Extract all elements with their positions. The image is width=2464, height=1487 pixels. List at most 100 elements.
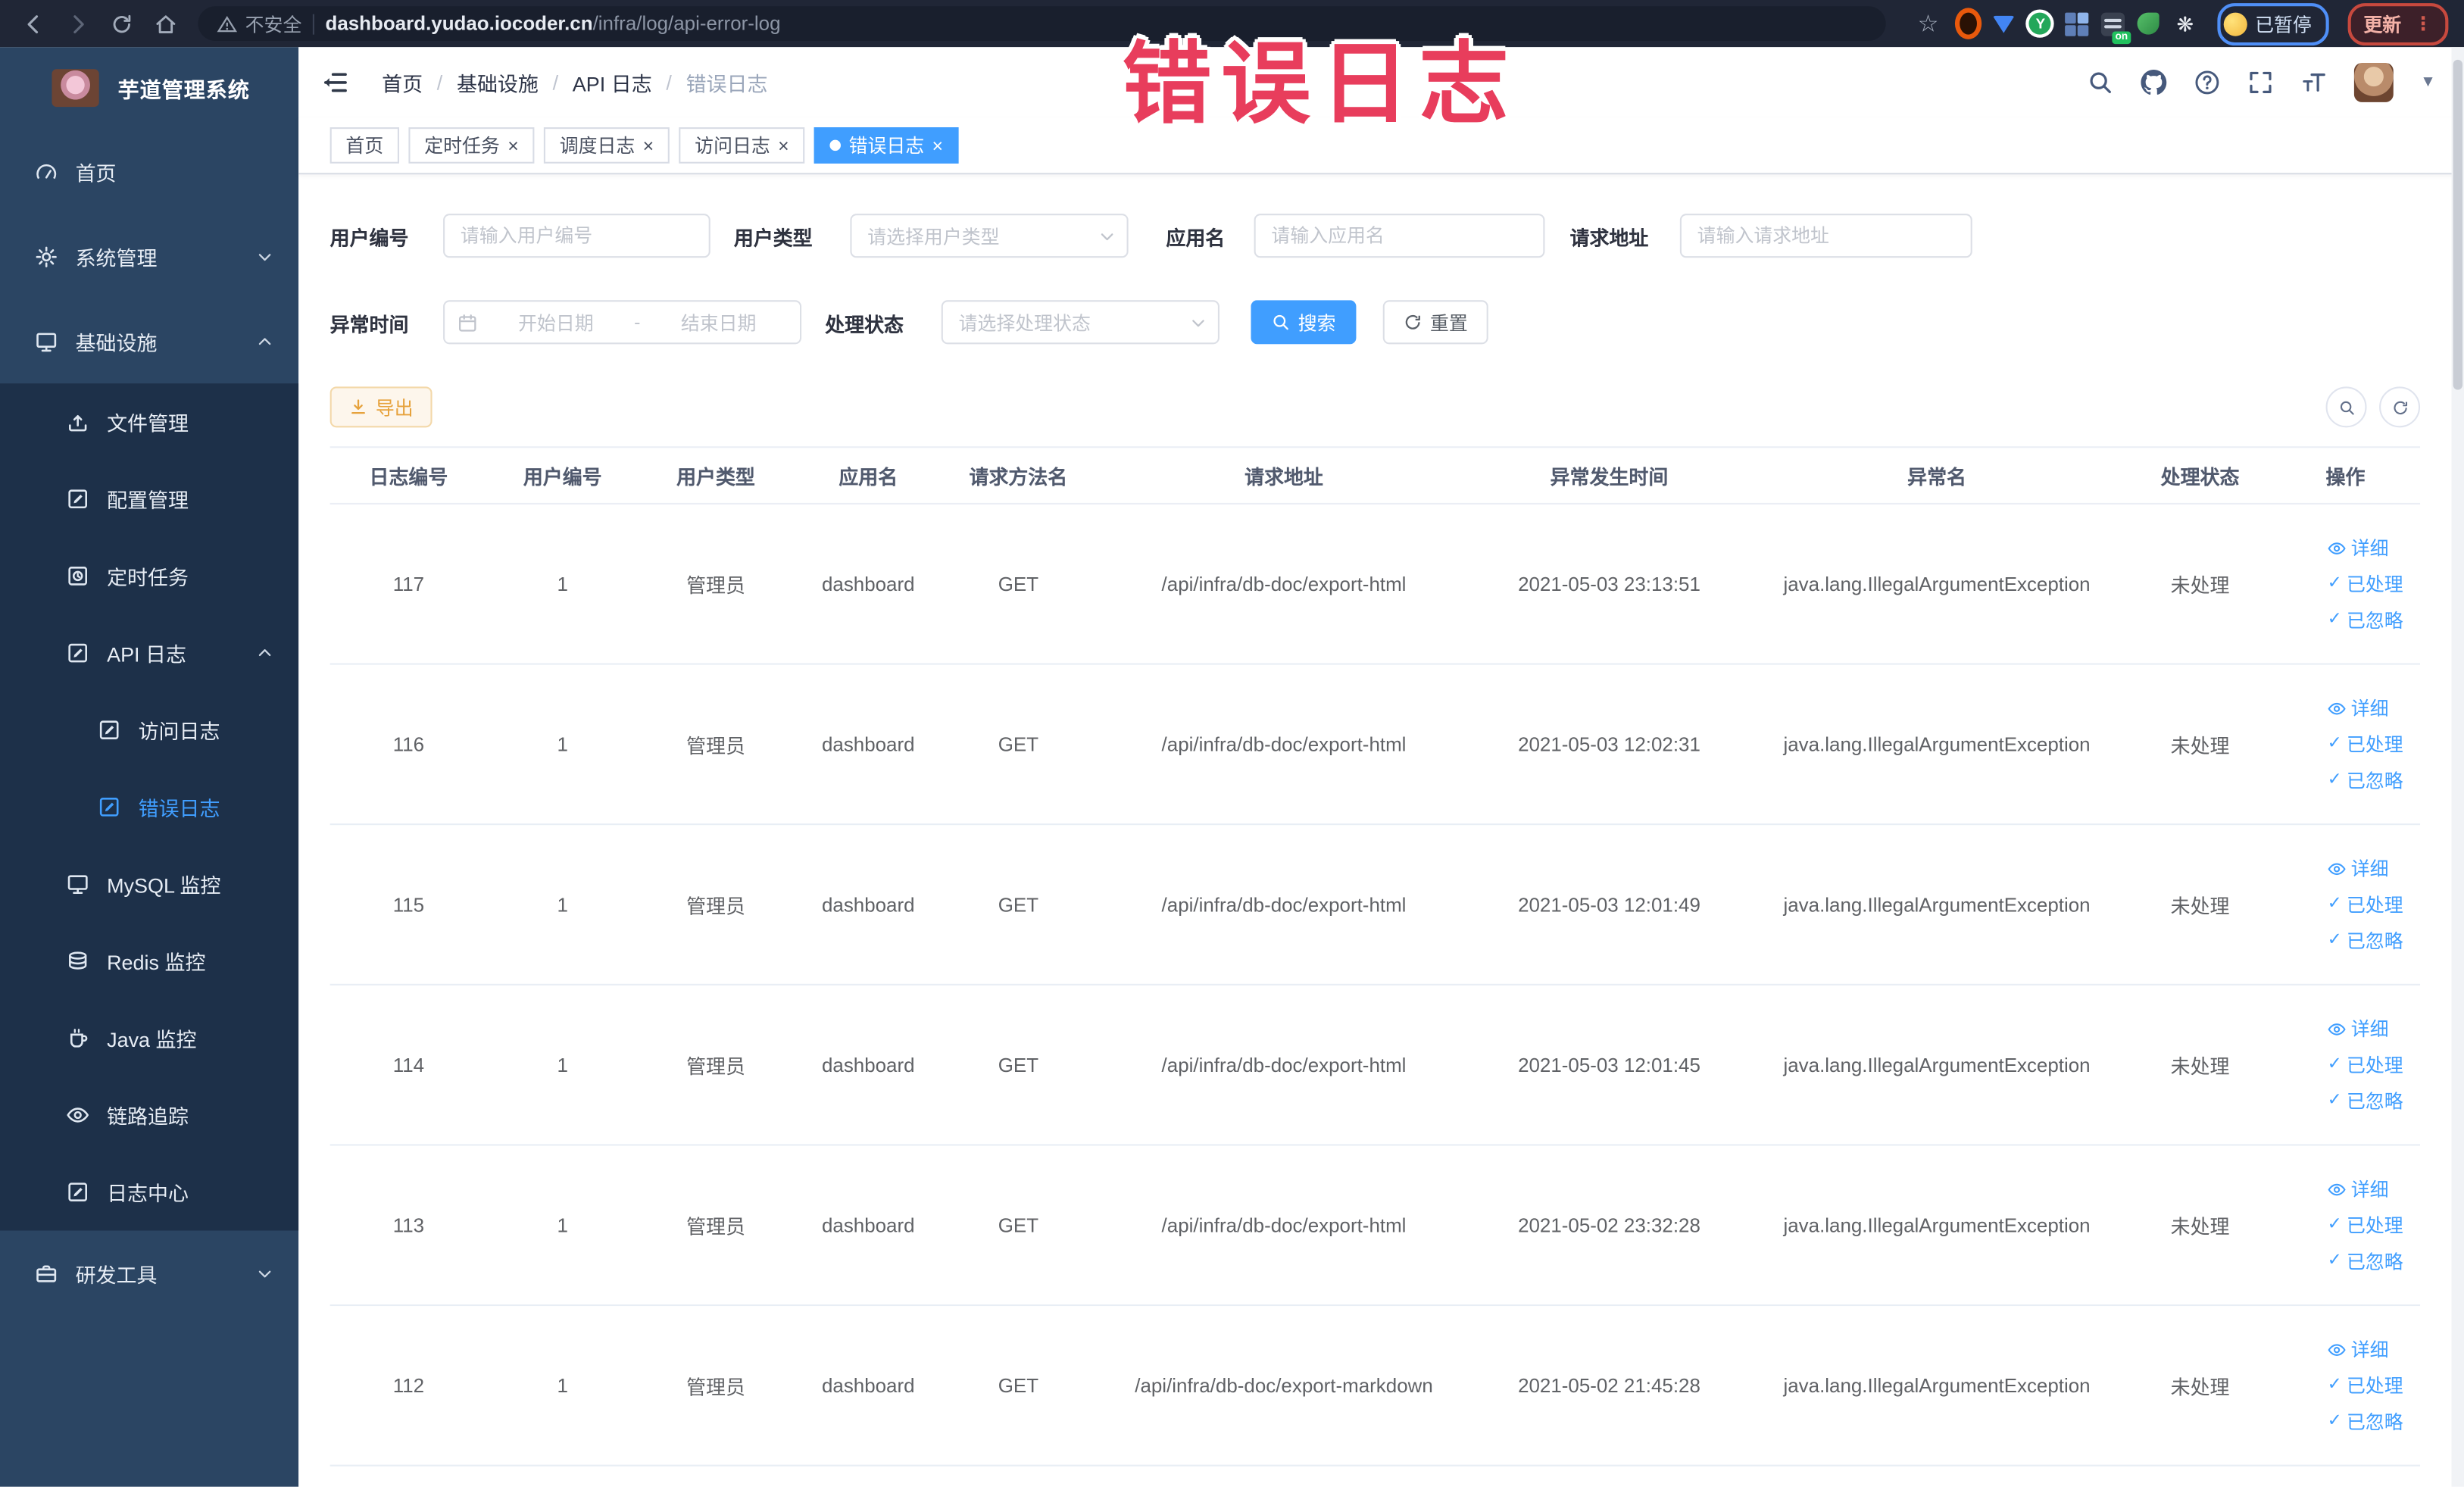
check-icon: ✓ bbox=[2327, 930, 2342, 950]
browser-profile-chip[interactable]: 已暂停 bbox=[2217, 2, 2329, 45]
avatar[interactable] bbox=[2354, 62, 2394, 102]
sidebar-item-trace[interactable]: 链路追踪 bbox=[0, 1076, 298, 1154]
sidebar-item-config-manage[interactable]: 配置管理 bbox=[0, 461, 298, 538]
browser-reload-button[interactable] bbox=[104, 6, 139, 41]
extension-icon-proxy[interactable]: on bbox=[2100, 10, 2131, 44]
tab-access-log[interactable]: 访问日志 × bbox=[679, 127, 805, 164]
detail-link[interactable]: 详细 bbox=[2328, 855, 2420, 882]
mark-processed-link[interactable]: ✓ 已处理 bbox=[2328, 1051, 2420, 1078]
sidebar-item-log-center[interactable]: 日志中心 bbox=[0, 1154, 298, 1231]
table-row: 112 1 管理员 dashboard GET /api/infra/db-do… bbox=[329, 1306, 2421, 1467]
eye-icon bbox=[2328, 1340, 2347, 1359]
sidebar-item-redis-monitor[interactable]: Redis 监控 bbox=[0, 923, 298, 1000]
sidebar-item-scheduled-task[interactable]: 定时任务 bbox=[0, 538, 298, 615]
eye-icon bbox=[66, 1103, 89, 1126]
sidebar-item-dev-tools[interactable]: 研发工具 bbox=[0, 1230, 298, 1315]
scrollbar-thumb[interactable] bbox=[2453, 59, 2463, 390]
cup-icon bbox=[66, 1026, 89, 1050]
tab-schedule-log[interactable]: 调度日志 × bbox=[543, 127, 670, 164]
close-icon[interactable]: × bbox=[932, 136, 944, 155]
mark-ignored-link[interactable]: ✓ 已忽略 bbox=[2328, 1248, 2420, 1274]
date-range-picker[interactable]: 开始日期 - 结束日期 bbox=[443, 300, 802, 345]
check-icon: ✓ bbox=[2327, 573, 2342, 593]
browser-forward-button[interactable] bbox=[60, 6, 95, 41]
detail-link[interactable]: 详细 bbox=[2328, 1335, 2420, 1362]
table-row: 116 1 管理员 dashboard GET /api/infra/db-do… bbox=[329, 665, 2421, 826]
sidebar-item-access-log[interactable]: 访问日志 bbox=[0, 692, 298, 769]
detail-link[interactable]: 详细 bbox=[2328, 1015, 2420, 1042]
user-id-input[interactable] bbox=[443, 214, 710, 258]
sidebar-item-api-log[interactable]: API 日志 bbox=[0, 614, 298, 692]
detail-link[interactable]: 详细 bbox=[2328, 695, 2420, 721]
search-button[interactable]: 搜索 bbox=[1251, 300, 1357, 345]
user-type-select[interactable]: 请选择用户类型 bbox=[850, 214, 1129, 258]
start-date-placeholder: 开始日期 bbox=[518, 311, 594, 334]
browser-menu-icon[interactable]: ⋮ bbox=[2414, 14, 2433, 33]
bookmark-star-icon[interactable]: ☆ bbox=[1911, 6, 1946, 41]
mark-processed-link[interactable]: ✓ 已处理 bbox=[2328, 731, 2420, 758]
end-date-placeholder: 结束日期 bbox=[680, 311, 757, 334]
extension-icon-green[interactable]: Y bbox=[2027, 10, 2053, 36]
sidebar-item-mysql-monitor[interactable]: MySQL 监控 bbox=[0, 845, 298, 923]
sidebar-item-home[interactable]: 首页 bbox=[0, 129, 298, 214]
address-bar[interactable]: 不安全 dashboard.yudao.iocoder.cn/infra/log… bbox=[198, 6, 1886, 41]
check-icon: ✓ bbox=[2327, 609, 2342, 629]
tab-scheduled-task[interactable]: 定时任务 × bbox=[408, 127, 535, 164]
tab-home[interactable]: 首页 bbox=[329, 127, 400, 164]
mark-ignored-link[interactable]: ✓ 已忽略 bbox=[2328, 607, 2420, 633]
check-icon: ✓ bbox=[2327, 1214, 2342, 1234]
header-search-icon[interactable] bbox=[2087, 69, 2113, 95]
browser-back-button[interactable] bbox=[16, 6, 51, 41]
mark-ignored-link[interactable]: ✓ 已忽略 bbox=[2328, 1088, 2420, 1114]
sidebar-item-system[interactable]: 系统管理 bbox=[0, 214, 298, 298]
upload-icon bbox=[66, 410, 89, 433]
right-toolbar bbox=[2325, 386, 2421, 428]
help-icon[interactable] bbox=[2194, 69, 2220, 95]
browser-home-button[interactable] bbox=[148, 6, 183, 41]
caret-down-icon[interactable]: ▼ bbox=[2420, 74, 2436, 92]
hamburger-fold-icon[interactable] bbox=[320, 67, 350, 97]
breadcrumb-home[interactable]: 首页 bbox=[382, 67, 423, 97]
font-size-icon[interactable] bbox=[2301, 69, 2328, 95]
refresh-table-button[interactable] bbox=[2379, 386, 2421, 428]
app-name-input[interactable] bbox=[1254, 214, 1545, 258]
detail-link[interactable]: 详细 bbox=[2328, 534, 2420, 561]
extension-icon-monkey[interactable]: ❋ bbox=[2172, 10, 2198, 36]
sidebar-logo[interactable]: 芋道管理系统 bbox=[0, 47, 298, 129]
detail-link[interactable]: 详细 bbox=[2328, 1176, 2420, 1202]
not-secure-indicator[interactable]: 不安全 bbox=[217, 10, 301, 36]
fullscreen-icon[interactable] bbox=[2247, 69, 2274, 95]
sidebar-item-file-manage[interactable]: 文件管理 bbox=[0, 383, 298, 461]
breadcrumb-api-log[interactable]: API 日志 bbox=[573, 67, 652, 97]
mark-ignored-link[interactable]: ✓ 已忽略 bbox=[2328, 927, 2420, 954]
profile-chip-label: 已暂停 bbox=[2255, 13, 2312, 36]
extension-icon-grid[interactable] bbox=[2063, 10, 2090, 36]
process-status-select[interactable]: 请选择处理状态 bbox=[941, 300, 1220, 345]
mark-ignored-link[interactable]: ✓ 已忽略 bbox=[2328, 767, 2420, 793]
extension-icon-leaf[interactable] bbox=[2135, 10, 2162, 36]
sidebar-item-infra[interactable]: 基础设施 bbox=[0, 298, 298, 383]
tab-error-log[interactable]: 错误日志 × bbox=[814, 127, 959, 164]
sidebar-item-java-monitor[interactable]: Java 监控 bbox=[0, 1000, 298, 1077]
reset-button[interactable]: 重置 bbox=[1382, 300, 1488, 345]
mark-processed-link[interactable]: ✓ 已处理 bbox=[2328, 1372, 2420, 1398]
extension-icon-orange[interactable] bbox=[1954, 8, 1982, 39]
mark-processed-link[interactable]: ✓ 已处理 bbox=[2328, 570, 2420, 597]
screen: 不安全 dashboard.yudao.iocoder.cn/infra/log… bbox=[0, 0, 2464, 1487]
toggle-search-button[interactable] bbox=[2325, 386, 2367, 428]
eye-icon bbox=[2328, 859, 2347, 878]
mark-processed-link[interactable]: ✓ 已处理 bbox=[2328, 891, 2420, 917]
close-icon[interactable]: × bbox=[778, 136, 789, 155]
request-url-input[interactable] bbox=[1679, 214, 1972, 258]
close-icon[interactable]: × bbox=[643, 136, 654, 155]
mark-ignored-link[interactable]: ✓ 已忽略 bbox=[2328, 1408, 2420, 1435]
logo-image bbox=[52, 69, 99, 108]
export-button[interactable]: 导出 bbox=[329, 386, 433, 428]
sidebar-item-error-log[interactable]: 错误日志 bbox=[0, 769, 298, 846]
extension-icon-blue-shield[interactable] bbox=[1991, 10, 2018, 36]
breadcrumb-infra[interactable]: 基础设施 bbox=[457, 67, 539, 97]
browser-update-button[interactable]: 更新 ⋮ bbox=[2347, 2, 2449, 45]
close-icon[interactable]: × bbox=[507, 136, 519, 155]
mark-processed-link[interactable]: ✓ 已处理 bbox=[2328, 1212, 2420, 1239]
github-icon[interactable] bbox=[2141, 69, 2167, 95]
